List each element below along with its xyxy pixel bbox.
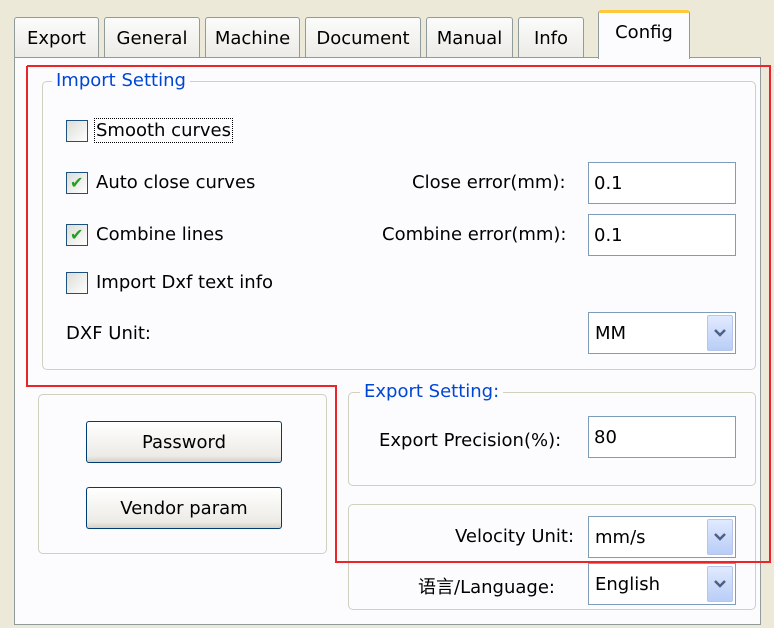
tab-config[interactable]: Config xyxy=(598,10,690,59)
highlight-outline xyxy=(26,65,771,563)
